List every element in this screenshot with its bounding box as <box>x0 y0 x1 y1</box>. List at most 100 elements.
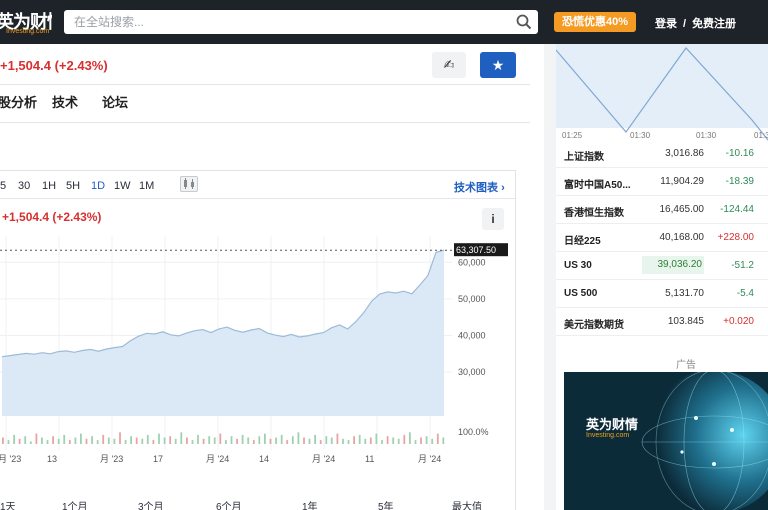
volume-bar <box>403 434 406 444</box>
timeframe-1w[interactable]: 1W <box>114 180 131 192</box>
period-6m[interactable]: 6个月 <box>216 498 242 510</box>
volume-bar <box>169 436 172 444</box>
index-row[interactable]: 日经225 40,168.00 +228.00 <box>556 224 768 252</box>
volume-bar <box>347 440 350 444</box>
volume-bar <box>336 433 339 444</box>
volume-bar <box>130 436 132 444</box>
index-price: 3,016.86 <box>665 148 704 159</box>
volume-bar <box>85 438 88 444</box>
divider <box>0 84 530 85</box>
period-1m[interactable]: 1个月 <box>62 498 88 510</box>
volume-bar <box>286 440 289 444</box>
ad-logo-text: 英为财情 <box>586 417 639 432</box>
volume-bar <box>107 437 110 444</box>
write-note-button[interactable]: ✍ <box>432 52 466 78</box>
pen-icon: ✍ <box>443 57 455 72</box>
tab-technical[interactable]: 技术 <box>52 92 78 111</box>
x-tick-label: 17 <box>153 454 163 464</box>
volume-bar <box>225 440 227 444</box>
ad-banner[interactable]: 英为财情 Investing.com <box>564 372 768 510</box>
volume-bar <box>41 437 43 444</box>
volume-bar <box>113 438 116 444</box>
advanced-chart-link[interactable]: 技术图表 › <box>454 179 505 195</box>
volume-bar <box>91 436 93 444</box>
volume-bar <box>275 437 277 444</box>
index-row[interactable]: 富时中国A50... 11,904.29 -18.39 <box>556 168 768 196</box>
index-row[interactable]: US 500 5,131.70 -5.4 <box>556 280 768 308</box>
volume-bar <box>247 437 250 444</box>
index-row[interactable]: 香港恒生指数 16,465.00 -124.44 <box>556 196 768 224</box>
volume-bar <box>381 440 383 444</box>
mini-tick: 01:30 <box>630 131 651 140</box>
advanced-chart-label: 技术图表 <box>454 182 498 194</box>
timeframe-1m[interactable]: 1M <box>139 180 154 192</box>
volume-bar <box>24 436 27 444</box>
index-price: 40,168.00 <box>659 232 705 243</box>
site-logo[interactable]: 英为财情 Investing.com <box>0 6 52 36</box>
index-row[interactable]: US 30 39,036.20 -51.2 <box>556 252 768 280</box>
top-navbar: 英为财情 Investing.com 恐慌优惠40% 登录 / 免费注册 <box>0 0 768 44</box>
period-5y[interactable]: 5年 <box>378 498 394 510</box>
search-box <box>64 10 538 34</box>
volume-bar <box>186 437 188 444</box>
candlestick-toggle-button[interactable] <box>180 176 198 192</box>
tab-analysis[interactable]: 股分析 <box>0 92 37 111</box>
add-watchlist-button[interactable]: ★ <box>480 52 516 78</box>
volume-bar <box>425 436 428 444</box>
volume-bar <box>392 437 395 444</box>
volume-bar <box>230 436 233 444</box>
timeframe-5[interactable]: 5 <box>0 180 6 192</box>
timeframe-1h[interactable]: 1H <box>42 180 56 192</box>
volume-bar <box>409 432 411 444</box>
search-icon[interactable] <box>516 14 532 30</box>
login-link[interactable]: 登录 <box>655 18 677 30</box>
x-tick-label: 月 '23 <box>0 454 21 464</box>
volume-bar <box>269 438 272 444</box>
volume-bar <box>191 440 194 444</box>
index-change: -18.39 <box>725 176 754 187</box>
y-tick-label: 30,000 <box>458 367 486 377</box>
index-row[interactable]: 上证指数 3,016.86 -10.16 <box>556 140 768 168</box>
volume-bar <box>18 438 21 444</box>
volume-axis-label: 100.0% <box>458 427 489 437</box>
search-input[interactable] <box>74 13 504 31</box>
volume-bar <box>236 438 238 444</box>
volume-bar <box>57 438 60 444</box>
register-link[interactable]: 免费注册 <box>692 18 736 30</box>
chart-change: +1,504.4 (+2.43%) <box>2 210 102 224</box>
volume-bar <box>369 437 372 444</box>
index-name: 上证指数 <box>564 152 604 163</box>
index-name: US 500 <box>564 288 598 299</box>
period-1y[interactable]: 1年 <box>302 498 318 510</box>
period-max[interactable]: 最大值 <box>452 498 482 510</box>
timeframe-30[interactable]: 30 <box>18 180 30 192</box>
promo-button[interactable]: 恐慌优惠40% <box>554 12 636 32</box>
timeframe-1d[interactable]: 1D <box>91 180 105 192</box>
y-tick-label: 60,000 <box>458 257 486 267</box>
x-tick-label: 13 <box>47 454 57 464</box>
period-1d[interactable]: 1天 <box>0 498 16 510</box>
volume-bar <box>135 437 138 444</box>
volume-bar <box>291 436 294 444</box>
tab-forum[interactable]: 论坛 <box>102 92 128 111</box>
index-price: 11,904.29 <box>660 176 704 187</box>
volume-bar <box>414 440 417 444</box>
volume-bar <box>52 436 54 444</box>
volume-bar <box>303 437 305 444</box>
index-name: US 30 <box>564 260 592 271</box>
volume-bar <box>252 440 255 444</box>
volume-bar <box>258 436 261 444</box>
timeframe-5h[interactable]: 5H <box>66 180 80 192</box>
x-tick-label: 11 <box>365 454 374 464</box>
period-3m[interactable]: 3个月 <box>138 498 164 510</box>
index-price: 5,131.70 <box>665 288 704 299</box>
info-button[interactable]: i <box>482 208 504 230</box>
auth-links: 登录 / 免费注册 <box>655 15 742 31</box>
volume-bar <box>241 434 244 444</box>
volume-bar <box>68 440 71 444</box>
index-row[interactable]: 美元指数期货 103.845 +0.020 <box>556 308 768 336</box>
volume-bar <box>442 437 445 444</box>
volume-bar <box>35 433 38 444</box>
price-chart[interactable]: 60,000 50,000 40,000 30,000 月 '23 13 月 '23 17 月… <box>0 236 510 466</box>
volume-bar <box>264 433 266 444</box>
